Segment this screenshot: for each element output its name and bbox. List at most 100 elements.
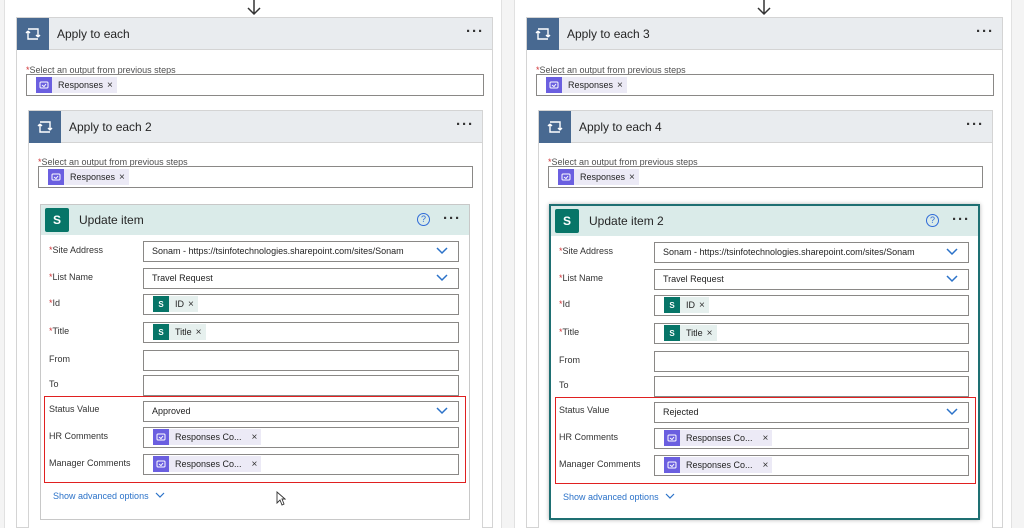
list-name-label: *List Name [559,273,604,283]
card-title: Apply to each 2 [69,120,152,134]
more-options-button[interactable]: ··· [952,206,970,234]
manager-comments-label: Manager Comments [559,459,641,469]
forms-icon [546,77,562,93]
apply-to-each-card: Apply to each ··· *Select an output from… [16,17,493,528]
apply-to-each-4-card: Apply to each 4 ··· *Select an output fr… [538,110,993,528]
action-title: Update item 2 [589,214,664,228]
forms-icon [153,429,169,445]
hr-comments-field[interactable]: Responses Co... × [143,427,459,448]
manager-comments-field[interactable]: Responses Co... × [143,454,459,475]
remove-token-icon[interactable]: × [707,324,713,343]
card-title: Apply to each [57,27,130,41]
from-field[interactable] [143,350,459,371]
remove-token-icon[interactable]: × [252,428,258,447]
dynamic-token[interactable]: Responses Co... × [153,455,262,474]
id-field[interactable]: S ID × [654,295,969,316]
list-name-dropdown[interactable]: Travel Request [143,268,459,289]
from-field[interactable] [654,351,969,372]
hr-comments-label: HR Comments [49,431,109,441]
forms-icon [664,430,680,446]
apply-to-each-3-header[interactable]: Apply to each 3 ··· [527,18,1002,50]
dynamic-token[interactable]: S ID × [664,297,709,313]
dynamic-token[interactable]: Responses Co... × [153,428,262,447]
status-value-label: Status Value [559,405,610,415]
dynamic-token[interactable]: Responses × [48,169,129,185]
site-address-dropdown[interactable]: Sonam - https://tsinfotechnologies.share… [654,242,969,263]
more-options-button[interactable]: ··· [966,111,984,139]
select-output-field[interactable]: Responses × [26,74,484,96]
remove-token-icon[interactable]: × [617,80,623,91]
chevron-down-icon [436,247,448,255]
manager-comments-label: Manager Comments [49,458,131,468]
dynamic-token[interactable]: Responses × [546,77,627,93]
remove-token-icon[interactable]: × [629,172,635,183]
card-title: Apply to each 3 [567,27,650,41]
action-title: Update item [79,213,144,227]
title-label: *Title [559,327,580,337]
to-label: To [49,379,59,389]
manager-comments-field[interactable]: Responses Co... × [654,455,969,476]
remove-token-icon[interactable]: × [188,295,194,314]
title-label: *Title [49,326,70,336]
title-field[interactable]: S Title × [654,323,969,344]
card-title: Apply to each 4 [579,120,662,134]
remove-token-icon[interactable]: × [763,429,769,448]
list-name-label: *List Name [49,272,94,282]
apply-to-each-4-header[interactable]: Apply to each 4 ··· [539,111,992,143]
sharepoint-icon: S [664,297,680,313]
help-icon[interactable]: ? [926,214,939,227]
show-advanced-options-link[interactable]: Show advanced options [563,492,675,502]
apply-to-each-2-header[interactable]: Apply to each 2 ··· [29,111,482,143]
from-label: From [559,355,580,365]
more-options-button[interactable]: ··· [443,205,461,233]
remove-token-icon[interactable]: × [196,323,202,342]
site-address-label: *Site Address [49,245,104,255]
flow-arrow-down-icon [757,0,771,16]
to-field[interactable] [143,375,459,396]
remove-token-icon[interactable]: × [699,296,705,315]
remove-token-icon[interactable]: × [107,80,113,91]
hr-comments-field[interactable]: Responses Co... × [654,428,969,449]
dynamic-token[interactable]: S ID × [153,296,198,312]
update-item-header[interactable]: S Update item ? ··· [41,205,469,235]
remove-token-icon[interactable]: × [763,456,769,475]
dynamic-token[interactable]: S Title × [153,324,206,340]
chevron-down-icon [946,248,958,256]
from-label: From [49,354,70,364]
select-output-field[interactable]: Responses × [38,166,473,188]
more-options-button[interactable]: ··· [466,18,484,46]
help-icon[interactable]: ? [417,213,430,226]
list-name-dropdown[interactable]: Travel Request [654,269,969,290]
sharepoint-icon: S [555,209,579,233]
update-item-2-card: S Update item 2 ? ··· *Site Address Sona… [549,204,980,520]
forms-icon [664,457,680,473]
chevron-down-icon [946,408,958,416]
dynamic-token[interactable]: Responses × [36,77,117,93]
loop-icon [539,111,571,143]
dynamic-token[interactable]: S Title × [664,325,717,341]
more-options-button[interactable]: ··· [976,18,994,46]
id-label: *Id [559,299,571,309]
to-field[interactable] [654,376,969,397]
dynamic-token[interactable]: Responses × [558,169,639,185]
more-options-button[interactable]: ··· [456,111,474,139]
dynamic-token[interactable]: Responses Co... × [664,429,773,448]
show-advanced-options-link[interactable]: Show advanced options [53,491,165,501]
select-output-field[interactable]: Responses × [548,166,983,188]
id-field[interactable]: S ID × [143,294,459,315]
apply-to-each-2-card: Apply to each 2 ··· *Select an output fr… [28,110,483,528]
forms-icon [558,169,574,185]
status-value-dropdown[interactable]: Rejected [654,402,969,423]
title-field[interactable]: S Title × [143,322,459,343]
remove-token-icon[interactable]: × [119,172,125,183]
apply-to-each-header[interactable]: Apply to each ··· [17,18,492,50]
remove-token-icon[interactable]: × [252,455,258,474]
status-value-label: Status Value [49,404,100,414]
status-value-dropdown[interactable]: Approved [143,401,459,422]
to-label: To [559,380,569,390]
select-output-field[interactable]: Responses × [536,74,994,96]
dynamic-token[interactable]: Responses Co... × [664,456,773,475]
site-address-dropdown[interactable]: Sonam - https://tsinfotechnologies.share… [143,241,459,262]
sharepoint-icon: S [664,325,680,341]
update-item-2-header[interactable]: S Update item 2 ? ··· [551,206,978,236]
